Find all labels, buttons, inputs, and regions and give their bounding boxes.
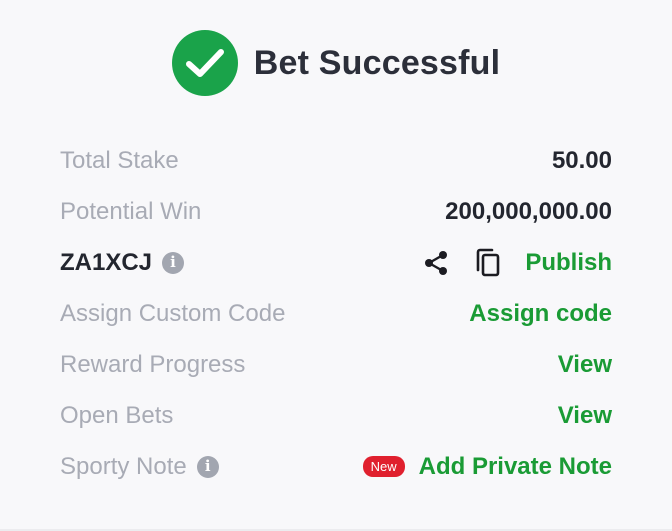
sporty-note-row: Sporty Note i New Add Private Note [60, 441, 612, 492]
reward-progress-row: Reward Progress View [60, 339, 612, 390]
open-bets-view-button[interactable]: View [558, 403, 612, 428]
info-icon[interactable]: i [196, 455, 219, 478]
custom-code-row: Assign Custom Code Assign code [60, 288, 612, 339]
new-badge: New [362, 456, 405, 477]
bet-success-panel: Bet Successful Total Stake 50.00 Potenti… [0, 0, 672, 531]
bet-success-header: Bet Successful [0, 28, 672, 98]
assign-code-button[interactable]: Assign code [469, 301, 612, 326]
total-stake-label: Total Stake [60, 146, 179, 174]
potential-win-value: 200,000,000.00 [445, 197, 612, 225]
info-icon[interactable]: i [162, 251, 185, 274]
copy-icon[interactable] [473, 248, 503, 278]
booking-code-actions: Publish [421, 248, 612, 278]
check-circle-icon [171, 30, 238, 96]
sporty-note-actions: New Add Private Note [362, 454, 612, 479]
reward-progress-label: Reward Progress [60, 350, 246, 378]
page-title: Bet Successful [253, 44, 501, 82]
potential-win-label: Potential Win [60, 197, 202, 225]
open-bets-label: Open Bets [60, 401, 174, 429]
reward-progress-view-button[interactable]: View [558, 352, 612, 377]
sporty-note-label-group: Sporty Note i [60, 452, 219, 480]
add-private-note-button[interactable]: Add Private Note [419, 454, 612, 479]
sporty-note-label: Sporty Note [60, 452, 187, 480]
potential-win-row: Potential Win 200,000,000.00 [60, 186, 612, 237]
bet-details-list: Total Stake 50.00 Potential Win 200,000,… [60, 135, 612, 492]
booking-code: ZA1XCJ [60, 248, 153, 276]
share-icon[interactable] [421, 248, 451, 278]
booking-code-row: ZA1XCJ i Publish [60, 237, 612, 288]
custom-code-label: Assign Custom Code [60, 299, 286, 327]
open-bets-row: Open Bets View [60, 390, 612, 441]
total-stake-value: 50.00 [551, 146, 612, 174]
booking-code-label: ZA1XCJ i [60, 248, 185, 276]
publish-button[interactable]: Publish [525, 250, 612, 275]
total-stake-row: Total Stake 50.00 [60, 135, 612, 186]
